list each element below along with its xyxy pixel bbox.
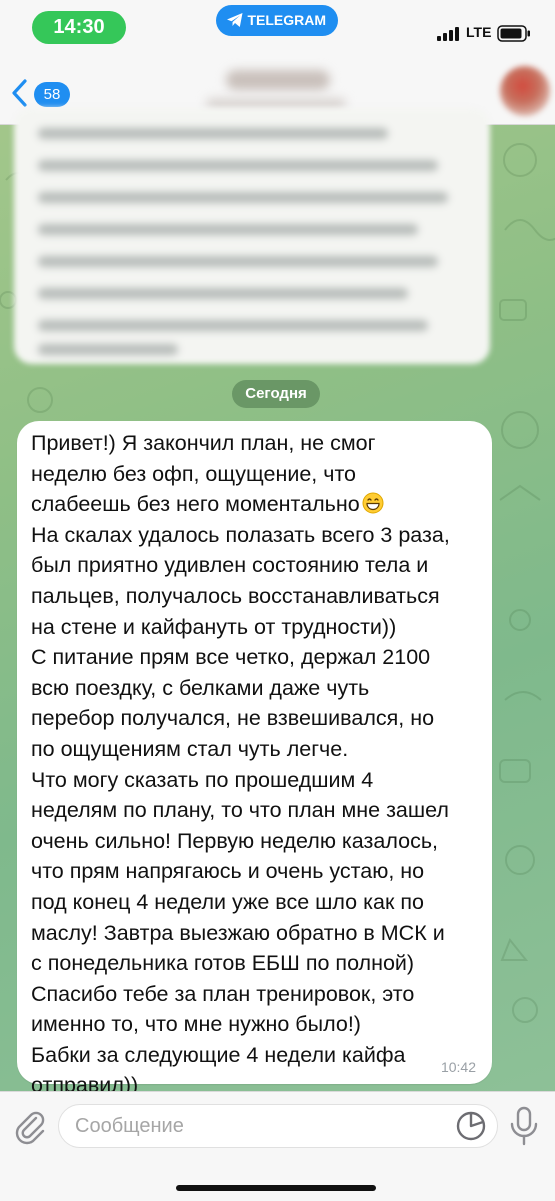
- message-line: На скалах удалось полазать всего 3 раза,: [31, 522, 450, 547]
- message-line: всю поездку, с белками даже чуть: [31, 675, 370, 700]
- message-line: неделю без офп, ощущение, что: [31, 461, 357, 486]
- message-line: маслу! Завтра выезжаю обратно в МСК и: [31, 920, 445, 945]
- battery-icon: [497, 25, 530, 42]
- message-line: неделям по плану, то что план мне зашел: [31, 798, 449, 823]
- network-type: LTE: [466, 24, 492, 40]
- message-line: под конец 4 недели уже все шло как по: [31, 889, 424, 914]
- message-line: очень сильно! Первую неделю казалось,: [31, 828, 439, 853]
- status-bar: 14:30 TELEGRAM LTE: [0, 0, 555, 56]
- avatar[interactable]: [500, 66, 550, 116]
- sticker-icon[interactable]: [455, 1110, 487, 1142]
- paperclip-icon[interactable]: [10, 1106, 48, 1146]
- message-line: Спасибо тебе за план тренировок, это: [31, 981, 415, 1006]
- date-separator: Сегодня: [232, 380, 320, 408]
- telegram-icon: [227, 13, 243, 27]
- message-line: Бабки за следующие 4 недели кайфа: [31, 1042, 406, 1067]
- contact-name-redacted[interactable]: [226, 70, 330, 90]
- message-line: был приятно удивлен состоянию тела и: [31, 553, 429, 578]
- message-line: на стене и кайфануть от трудности)): [31, 614, 397, 639]
- message-input[interactable]: [58, 1104, 498, 1148]
- message-line: с понедельника готов ЕБШ по полной): [31, 951, 415, 976]
- message-time: 10:42: [440, 1059, 476, 1075]
- message-line: что прям напрягаюсь и очень устаю, но: [31, 859, 425, 884]
- message-line: именно то, что мне нужно было!): [31, 1012, 361, 1037]
- message-line: С питание прям все четко, держал 2100: [31, 645, 431, 670]
- microphone-icon[interactable]: [508, 1104, 540, 1148]
- message-line: пальцев, получалось восстанавливаться: [31, 583, 440, 608]
- message-text: Привет!) Я закончил план, не смог неделю …: [31, 428, 485, 1101]
- message-bubble[interactable]: Привет!) Я закончил план, не смог неделю …: [17, 421, 492, 1097]
- status-time[interactable]: 14:30: [32, 11, 126, 44]
- message-line: слабеешь без него моментально: [31, 489, 485, 520]
- grinning-face-emoji-icon: [362, 492, 384, 514]
- back-button[interactable]: 58: [10, 76, 74, 108]
- home-indicator: [176, 1185, 376, 1191]
- message-line: Привет!) Я закончил план, не смог: [31, 431, 376, 455]
- unread-count-badge: 58: [34, 82, 70, 107]
- message-line: по ощущениям стал чуть легче.: [31, 736, 349, 761]
- cellular-signal-icon: [437, 27, 459, 41]
- telegram-return-pill[interactable]: TELEGRAM: [216, 5, 338, 36]
- previous-message-redacted: [14, 108, 490, 364]
- message-line: перебор получался, не взвешивался, но: [31, 706, 435, 731]
- message-line: Что могу сказать по прошедшим 4: [31, 767, 374, 792]
- telegram-label: TELEGRAM: [247, 12, 326, 28]
- chevron-left-icon: [12, 79, 27, 107]
